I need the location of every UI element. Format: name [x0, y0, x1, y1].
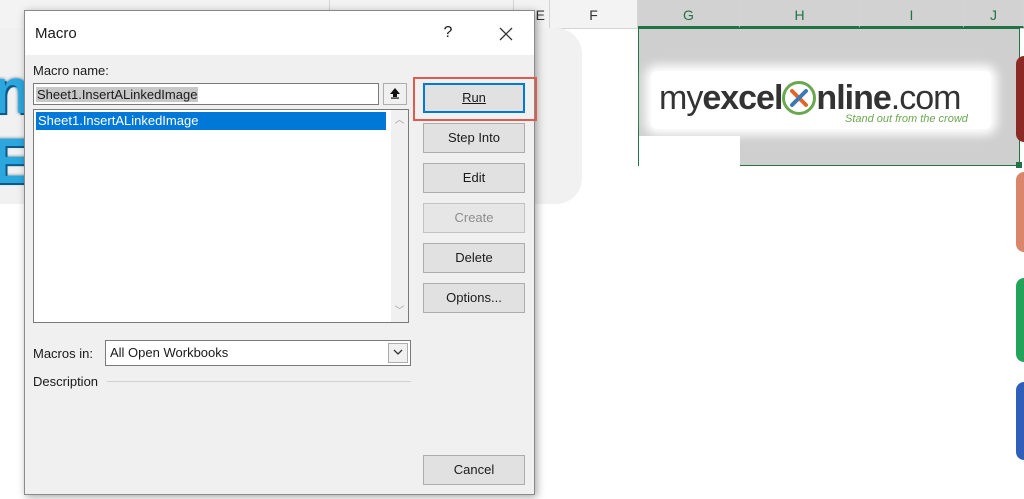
myexcelonline-logo: myexcel nline.com Stand out from the crow… [651, 71, 991, 129]
edit-button[interactable]: Edit [423, 163, 525, 193]
column-header-f[interactable]: F [550, 0, 638, 28]
column-letter: E [535, 7, 545, 23]
close-icon [499, 27, 513, 41]
macros-in-label: Macros in: [33, 346, 93, 361]
list-item[interactable]: Sheet1.InsertALinkedImage [36, 112, 386, 130]
logo-tagline: Stand out from the crowd [845, 113, 968, 125]
delete-button[interactable]: Delete [423, 243, 525, 273]
edit-button-label: Edit [462, 170, 486, 185]
create-button: Create [423, 203, 525, 233]
upload-arrow-icon [390, 88, 400, 99]
side-shape-blue [1016, 382, 1024, 460]
macros-in-dropdown[interactable]: All Open Workbooks [105, 340, 411, 366]
create-button-label: Create [454, 210, 494, 225]
cancel-button-label: Cancel [453, 462, 495, 477]
column-letter: J [990, 7, 997, 23]
macros-in-value: All Open Workbooks [110, 345, 229, 360]
column-letter: H [794, 7, 805, 23]
logo-text-my: my [659, 79, 703, 117]
blank-cell [639, 136, 740, 166]
column-header-j[interactable]: J [964, 0, 1024, 28]
linked-image-picture[interactable]: myexcel nline.com Stand out from the crow… [638, 28, 1020, 166]
scroll-down-icon[interactable]: ﹀ [391, 303, 408, 320]
scroll-up-icon[interactable]: ︿ [391, 112, 408, 129]
list-scrollbar[interactable]: ︿ ﹀ [391, 110, 408, 322]
dialog-title: Macro [35, 25, 77, 42]
macro-list[interactable]: Sheet1.InsertALinkedImage ︿ ﹀ [33, 109, 409, 323]
chevron-down-icon[interactable] [388, 343, 408, 363]
run-button[interactable]: Run [423, 83, 525, 113]
selection-resize-handle[interactable] [1016, 162, 1022, 168]
column-header-h[interactable]: H [740, 0, 860, 28]
logo-text-nline: nline [816, 79, 891, 117]
column-header-g[interactable]: G [638, 0, 740, 28]
help-button[interactable]: ? [433, 19, 463, 47]
step-into-button-label: Step Into [447, 130, 501, 145]
delete-button-label: Delete [455, 250, 493, 265]
macro-dialog: Macro ? Macro name: Sheet1.InsertALinked… [24, 10, 537, 495]
close-button[interactable] [491, 19, 521, 47]
column-header-i[interactable]: I [860, 0, 964, 28]
logo-text-excel: excel [702, 79, 783, 117]
macro-name-label: Macro name: [33, 63, 109, 78]
column-letter: F [589, 7, 598, 23]
column-letter: I [909, 7, 914, 23]
dialog-titlebar[interactable]: Macro ? [25, 11, 534, 55]
side-shape-salmon [1016, 172, 1024, 252]
side-shape-green [1016, 278, 1024, 362]
cancel-button[interactable]: Cancel [423, 455, 525, 485]
description-divider [107, 381, 411, 382]
logo-x-circle-icon [782, 81, 817, 115]
options-button-label: Options... [446, 290, 502, 305]
macro-name-input[interactable] [33, 83, 379, 105]
side-shape-red [1016, 56, 1024, 142]
run-button-label: Run [462, 90, 486, 105]
collapse-dialog-button[interactable] [383, 83, 407, 105]
description-label: Description [33, 374, 99, 389]
column-letter: G [683, 7, 694, 23]
logo-text-domain: .com [890, 79, 962, 117]
options-button[interactable]: Options... [423, 283, 525, 313]
step-into-button[interactable]: Step Into [423, 123, 525, 153]
